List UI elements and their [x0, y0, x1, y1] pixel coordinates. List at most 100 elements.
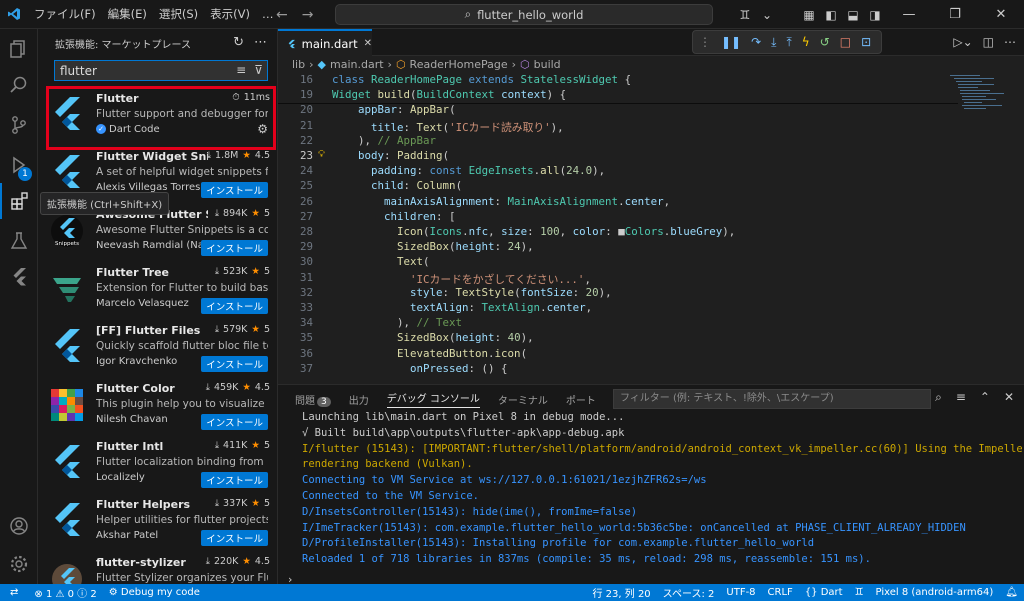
maximize-panel-icon[interactable]: ⌃	[980, 390, 990, 405]
code-line[interactable]: 33 textAlign: TextAlign.center,	[278, 301, 958, 316]
toggle-panel-icon[interactable]: ⬓	[842, 8, 864, 22]
list-item[interactable]: Flutter Intl ⤓ 411K ★ 5 Flutter localizatio…	[38, 435, 277, 493]
language-mode[interactable]: {} Dart	[799, 587, 849, 598]
code-line[interactable]: 36 ElevatedButton.icon(	[278, 347, 958, 362]
command-center-search[interactable]: ⌕ flutter_hello_world	[335, 4, 713, 25]
install-button[interactable]: インストール	[201, 298, 268, 314]
menu-file[interactable]: ファイル(F)	[28, 0, 102, 29]
code-line[interactable]: 21 title: Text('ICカード読み取り'),	[278, 119, 958, 134]
account-icon[interactable]	[0, 508, 38, 544]
extensions-icon[interactable]	[0, 183, 38, 219]
restore-icon[interactable]: ❐	[932, 7, 978, 22]
explorer-icon[interactable]	[0, 31, 38, 67]
step-out-icon[interactable]: ⤒	[786, 35, 791, 50]
code-line[interactable]: 26 mainAxisAlignment: MainAxisAlignment.…	[278, 195, 958, 210]
toggle-sidebar-icon[interactable]: ◧	[820, 8, 842, 22]
tab-output[interactable]: 出力	[349, 392, 369, 407]
remote-icon[interactable]: ⇄	[0, 587, 28, 598]
devtools-icon[interactable]: ⊡	[861, 35, 871, 49]
clear-filter-icon[interactable]: ≡	[236, 63, 246, 77]
more-actions-icon[interactable]: ⋯	[254, 35, 267, 50]
code-editor[interactable]: 16 class ReaderHomePage extends Stateless…	[278, 73, 1024, 384]
menu-edit[interactable]: 編集(E)	[102, 0, 153, 29]
install-button[interactable]: インストール	[201, 472, 268, 488]
install-button[interactable]: インストール	[201, 240, 268, 256]
testing-icon[interactable]	[0, 223, 38, 259]
flutter-icon[interactable]	[0, 259, 38, 295]
code-line[interactable]: 35 SizedBox(height: 40),	[278, 331, 958, 346]
more-actions-icon[interactable]: ⋯	[1004, 35, 1016, 49]
chevron-down-icon[interactable]: ⌄	[756, 8, 778, 22]
code-line[interactable]: 30 Text(	[278, 255, 958, 270]
code-line[interactable]: 29 SizedBox(height: 24),	[278, 240, 958, 255]
line-ending[interactable]: CRLF	[762, 587, 799, 598]
list-item[interactable]: Flutter Tree ⤓ 523K ★ 5 Extension for Flutt…	[38, 261, 277, 319]
code-line[interactable]: 23 body: Padding(💡︎	[278, 149, 958, 164]
notifications-bell-icon[interactable]: 🔔︎	[999, 587, 1024, 598]
list-item[interactable]: Flutter Helpers ⤓ 337K ★ 5 Helper utilities…	[38, 493, 277, 551]
code-line[interactable]: 16 class ReaderHomePage extends Stateless…	[278, 73, 958, 89]
refresh-icon[interactable]: ↻	[233, 35, 244, 50]
breadcrumb-item[interactable]: lib	[292, 58, 305, 71]
list-item[interactable]: [FF] Flutter Files ⤓ 579K ★ 5 Quickly scaff…	[38, 319, 277, 377]
drag-handle-icon[interactable]: ⋮	[699, 35, 711, 49]
breadcrumb-item[interactable]: main.dart	[330, 58, 384, 71]
split-editor-icon[interactable]: ◫	[983, 35, 994, 49]
tab-main-dart[interactable]: main.dart ✕	[278, 29, 372, 56]
tab-terminal[interactable]: ターミナル	[498, 392, 548, 407]
restart-icon[interactable]: ↺	[820, 35, 830, 49]
cursor-position[interactable]: 行 23, 列 20	[587, 585, 657, 600]
indentation[interactable]: スペース: 2	[657, 585, 721, 600]
step-over-icon[interactable]: ↷	[751, 35, 761, 49]
minimize-icon[interactable]: —	[886, 7, 932, 22]
copilot-status-icon[interactable]: ♊	[849, 587, 870, 598]
console-filter-input[interactable]: フィルター (例: テキスト、!除外、\エスケープ)	[613, 389, 931, 409]
code-line[interactable]: 22 ), // AppBar	[278, 134, 958, 149]
tab-ports[interactable]: ポート	[566, 392, 596, 407]
list-item[interactable]: flutter-stylizer ⤓ 220K ★ 4.5 Flutter Styli…	[38, 551, 277, 584]
menu-selection[interactable]: 選択(S)	[153, 0, 204, 29]
lightbulb-icon[interactable]: 💡︎	[318, 149, 325, 160]
close-tab-icon[interactable]: ✕	[364, 38, 372, 49]
code-line[interactable]: 25 child: Column(	[278, 179, 958, 194]
close-panel-icon[interactable]: ✕	[1004, 390, 1014, 405]
code-line[interactable]: 27 children: [	[278, 210, 958, 225]
search-icon[interactable]: ⌕	[935, 390, 942, 405]
code-line[interactable]: 37 onPressed: () {	[278, 362, 958, 377]
breadcrumb-item[interactable]: build	[534, 58, 561, 71]
extension-search-input[interactable]: flutter ≡ ⊽	[54, 60, 268, 81]
toggle-secondary-sidebar-icon[interactable]: ◨	[864, 8, 886, 22]
filter-icon[interactable]: ⊽	[254, 63, 263, 77]
copilot-icon[interactable]: ♊	[734, 8, 756, 22]
install-button[interactable]: インストール	[201, 530, 268, 546]
code-line[interactable]: 24 padding: const EdgeInsets.all(24.0),	[278, 164, 958, 179]
encoding[interactable]: UTF-8	[720, 587, 761, 598]
run-debug-icon[interactable]: ▷⌄	[953, 35, 972, 49]
list-item[interactable]: Flutter Color ⤓ 459K ★ 4.5 This plugin help…	[38, 377, 277, 435]
pause-icon[interactable]: ❚❚	[721, 35, 741, 49]
tab-problems[interactable]: 問題 3	[295, 392, 331, 407]
code-line[interactable]: 31 'ICカードをかざしてください...',	[278, 271, 958, 286]
problems-status[interactable]: ⊗ 1 ⚠ 0 ⓘ 2	[28, 585, 102, 600]
manage-gear-icon[interactable]: ⚙	[257, 122, 268, 136]
hot-reload-icon[interactable]: ϟ	[802, 35, 810, 49]
debug-config-status[interactable]: ⚙ Debug my code	[103, 587, 206, 598]
install-button[interactable]: インストール	[201, 414, 268, 430]
source-control-icon[interactable]	[0, 107, 38, 143]
minimap[interactable]	[950, 73, 1010, 133]
search-icon[interactable]	[0, 67, 38, 103]
step-into-icon[interactable]: ⤓	[771, 35, 776, 50]
install-button[interactable]: インストール	[201, 182, 268, 198]
close-icon[interactable]: ✕	[978, 7, 1024, 22]
device-selector[interactable]: Pixel 8 (android-arm64)	[870, 587, 1000, 598]
stop-icon[interactable]: □	[840, 35, 851, 49]
code-line[interactable]: 28 Icon(Icons.nfc, size: 100, color: ■Co…	[278, 225, 958, 240]
run-debug-icon[interactable]: 1	[0, 147, 38, 183]
code-line[interactable]: 32 style: TextStyle(fontSize: 20),	[278, 286, 958, 301]
code-line[interactable]: 20 appBar: AppBar(	[278, 103, 958, 118]
menu-view[interactable]: 表示(V)	[204, 0, 256, 29]
install-button[interactable]: インストール	[201, 356, 268, 372]
layout-grid-icon[interactable]: ▦	[798, 8, 820, 22]
back-arrow-icon[interactable]: ←	[276, 7, 288, 23]
clear-console-icon[interactable]: ≡	[956, 390, 966, 405]
